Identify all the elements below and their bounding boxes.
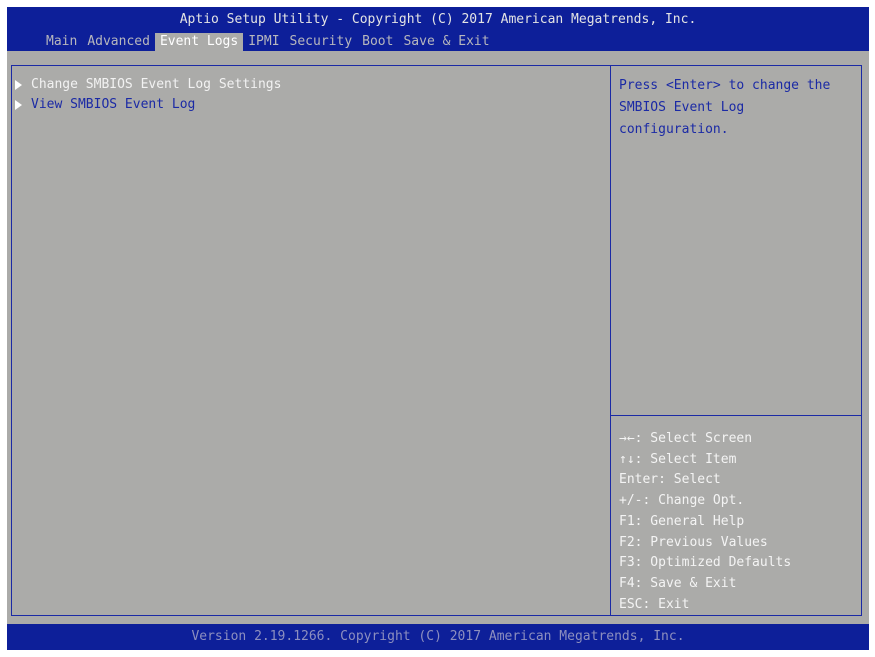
menu-item-view-smbios-event-log[interactable]: View SMBIOS Event Log	[15, 95, 281, 115]
footer-bar: Version 2.19.1266. Copyright (C) 2017 Am…	[7, 624, 869, 650]
help-line: Press <Enter> to change the	[619, 78, 831, 93]
submenu-arrow-icon	[15, 80, 22, 90]
submenu-arrow-icon	[15, 100, 22, 110]
vertical-divider	[610, 65, 611, 616]
menu-item-change-smbios-event-log-settings[interactable]: Change SMBIOS Event Log Settings	[15, 75, 281, 95]
tab-bar: Main Advanced Event Logs IPMI Security B…	[41, 33, 495, 51]
header-bar: Aptio Setup Utility - Copyright (C) 2017…	[7, 7, 869, 51]
key-enter-select: Enter: Select	[619, 472, 721, 488]
tab-main[interactable]: Main	[41, 33, 82, 51]
menu-list: Change SMBIOS Event Log Settings View SM…	[15, 75, 281, 115]
main-panel: Change SMBIOS Event Log Settings View SM…	[7, 51, 869, 624]
bios-screen: Aptio Setup Utility - Copyright (C) 2017…	[7, 7, 869, 650]
key-select-item: ↑↓: Select Item	[619, 451, 737, 467]
tab-save-exit[interactable]: Save & Exit	[398, 33, 494, 51]
help-divider	[611, 415, 862, 416]
menu-item-label: View SMBIOS Event Log	[31, 97, 196, 112]
help-text: Press <Enter> to change the SMBIOS Event…	[619, 75, 859, 141]
tab-advanced[interactable]: Advanced	[82, 33, 155, 51]
key-optimized-defaults: F3: Optimized Defaults	[619, 555, 792, 571]
key-previous-values: F2: Previous Values	[619, 534, 768, 550]
tab-boot[interactable]: Boot	[357, 33, 398, 51]
tab-event-logs[interactable]: Event Logs	[154, 33, 244, 51]
key-change-opt: +/-: Change Opt.	[619, 493, 745, 509]
footer-version-text: Version 2.19.1266. Copyright (C) 2017 Am…	[191, 629, 685, 644]
menu-item-label: Change SMBIOS Event Log Settings	[31, 77, 282, 92]
key-select-screen: →←: Select Screen	[619, 431, 753, 446]
key-legend: →←: Select Screen ↑↓: Select Item Enter:…	[619, 429, 859, 615]
key-save-exit: F4: Save & Exit	[619, 575, 737, 591]
key-general-help: F1: General Help	[619, 513, 745, 529]
help-line: configuration.	[619, 122, 729, 137]
key-esc-exit: ESC: Exit	[619, 596, 690, 612]
tab-security[interactable]: Security	[285, 33, 358, 51]
help-line: SMBIOS Event Log	[619, 100, 745, 115]
header-title: Aptio Setup Utility - Copyright (C) 2017…	[179, 12, 697, 27]
tab-ipmi[interactable]: IPMI	[243, 33, 284, 51]
